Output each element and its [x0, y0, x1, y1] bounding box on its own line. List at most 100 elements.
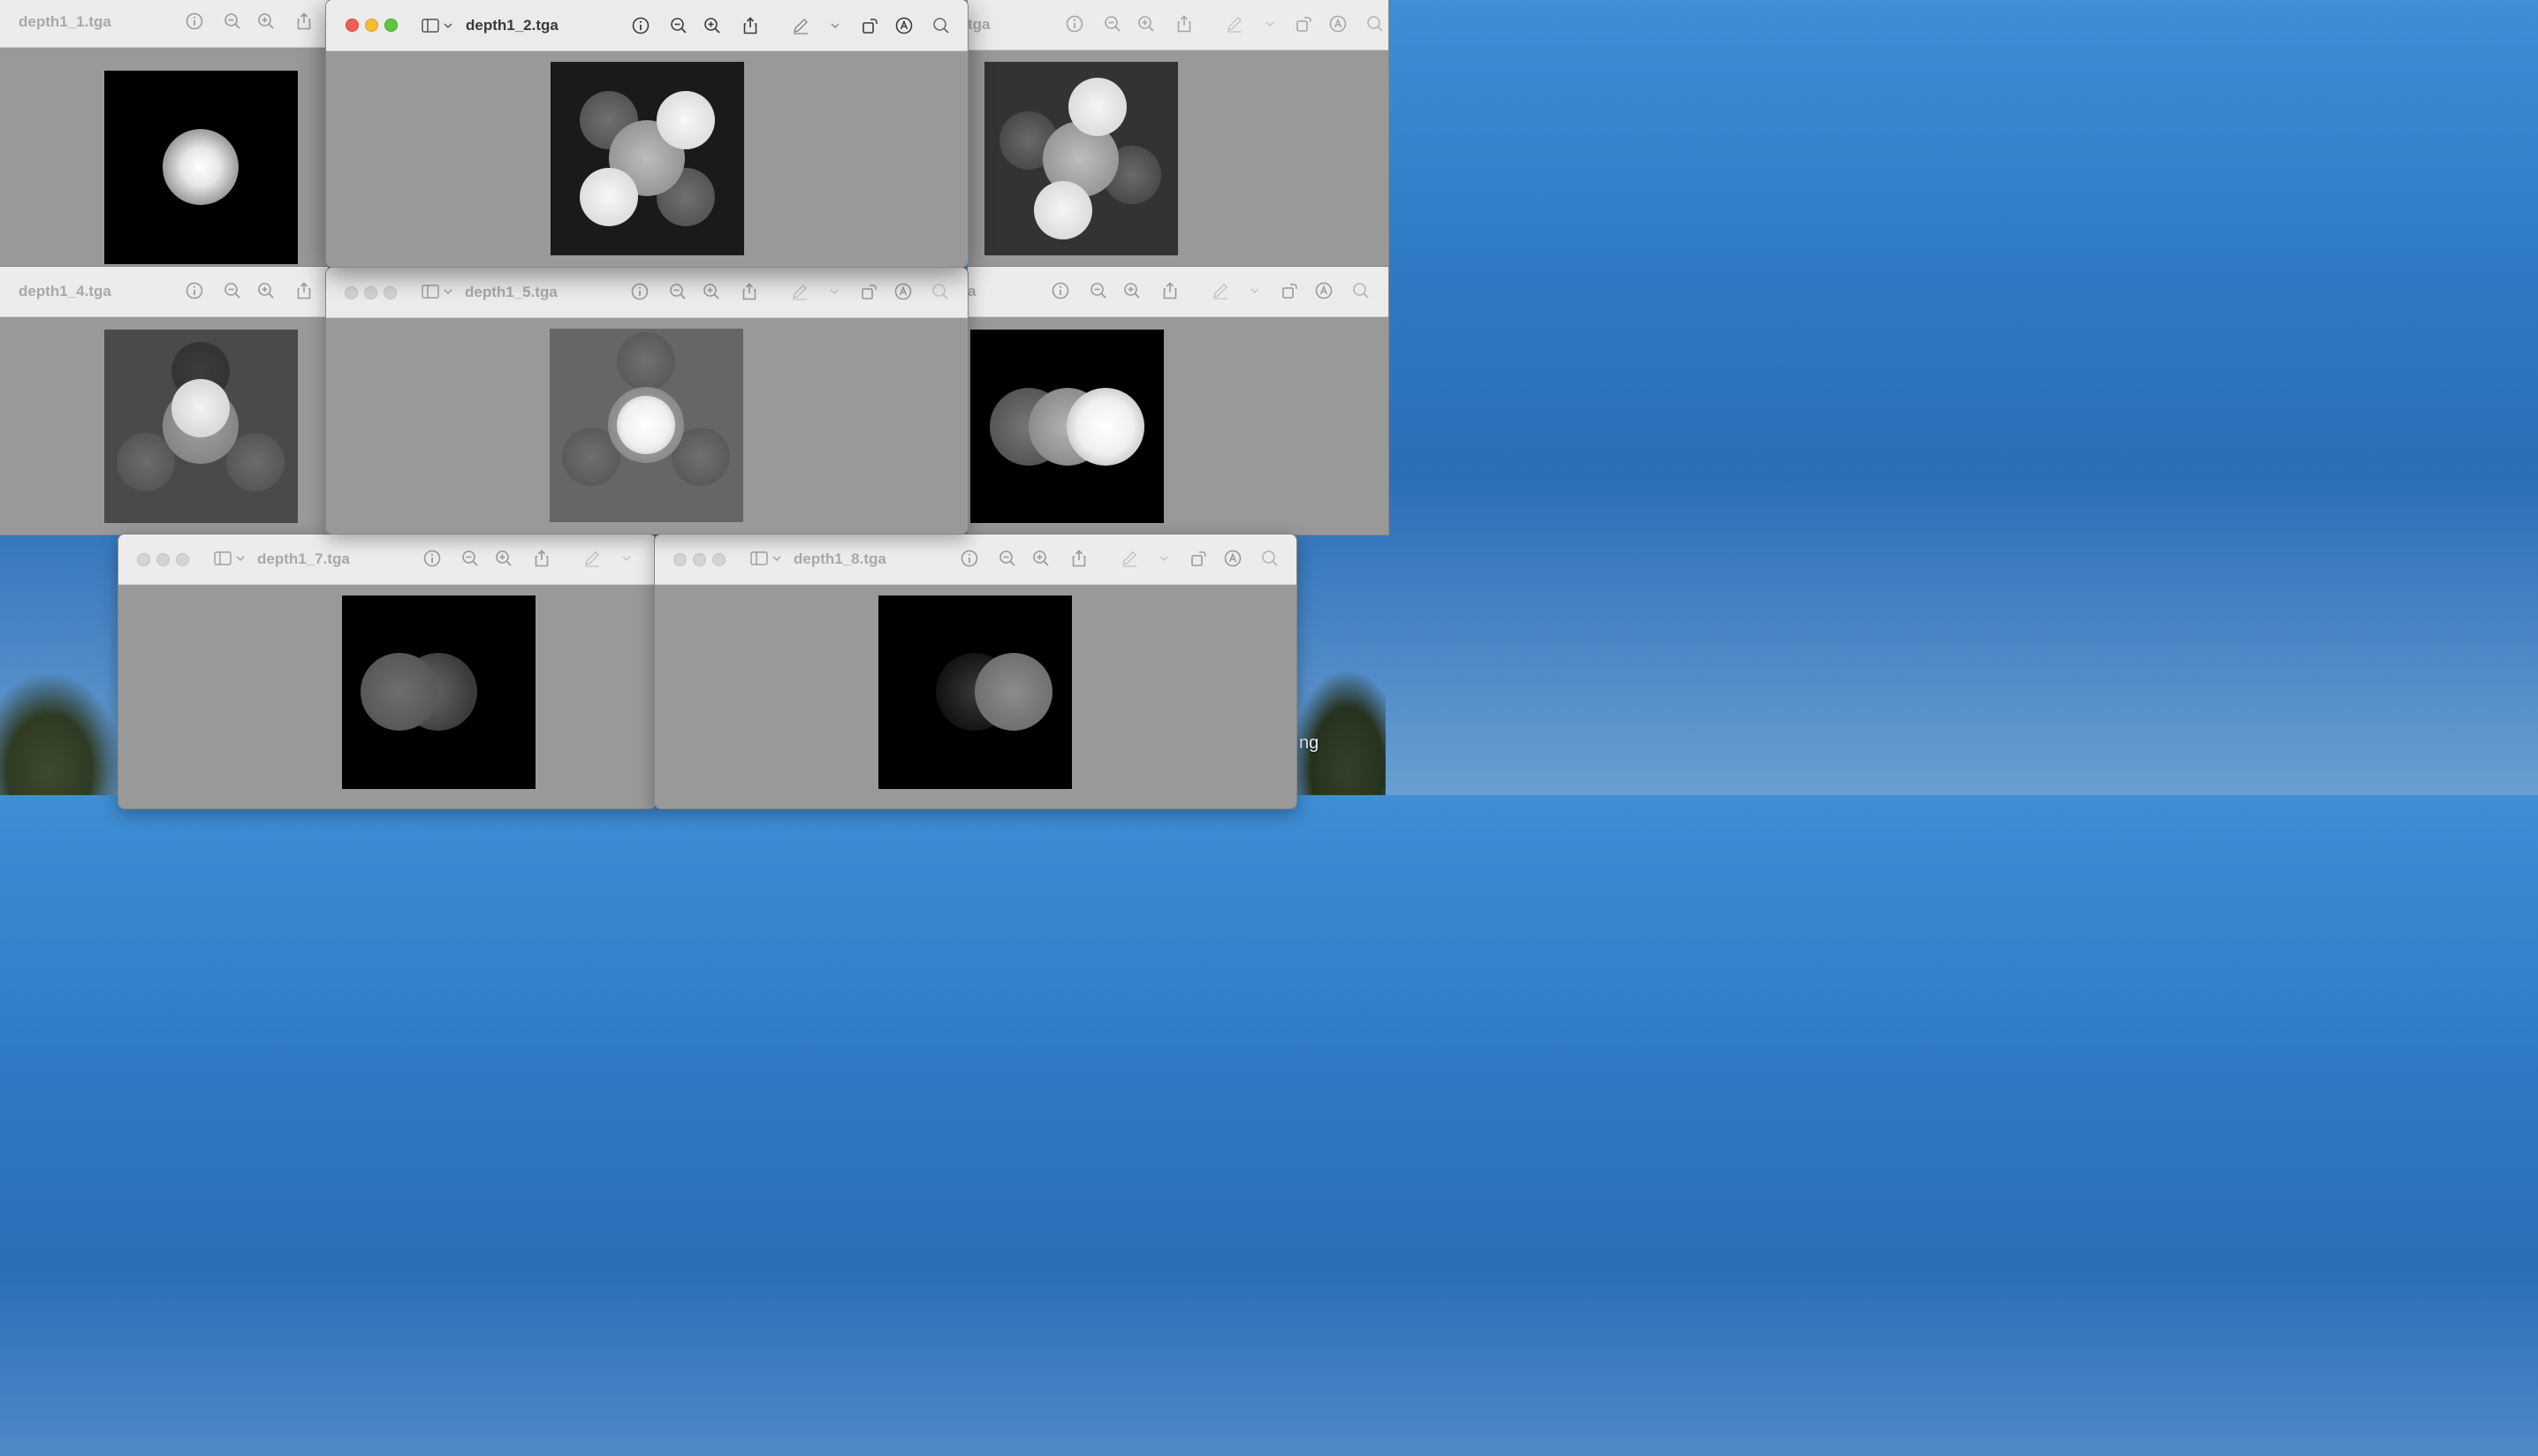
zoom-in-icon[interactable]: [1136, 14, 1156, 34]
zoom-out-icon[interactable]: [460, 549, 480, 568]
window-depth1-8[interactable]: depth1_8.tga: [654, 534, 1297, 809]
window-depth1-2[interactable]: depth1_2.tga: [325, 0, 969, 268]
share-icon[interactable]: [1069, 549, 1089, 568]
markup-icon[interactable]: [790, 282, 809, 301]
chevron-down-icon[interactable]: [767, 549, 786, 568]
window-depth1-6[interactable]: a: [967, 266, 1389, 535]
rotate-icon[interactable]: [1189, 549, 1208, 568]
markup-icon[interactable]: [1225, 14, 1244, 34]
zoom-in-icon[interactable]: [1031, 549, 1051, 568]
search-icon[interactable]: [1351, 281, 1371, 300]
chevron-down-icon[interactable]: [1260, 14, 1280, 34]
annotate-icon[interactable]: [893, 282, 913, 301]
window-title: a: [968, 283, 976, 300]
markup-icon[interactable]: [791, 16, 810, 35]
chevron-down-icon[interactable]: [231, 549, 250, 568]
titlebar[interactable]: a: [968, 267, 1388, 317]
markup-icon[interactable]: [1120, 549, 1139, 568]
annotate-icon[interactable]: [1328, 14, 1348, 34]
titlebar[interactable]: depth1_4.tga: [0, 267, 328, 317]
share-icon[interactable]: [294, 281, 314, 300]
sidebar-icon[interactable]: [213, 549, 232, 568]
search-icon[interactable]: [931, 282, 950, 301]
chevron-down-icon[interactable]: [438, 282, 458, 301]
zoom-out-icon[interactable]: [1089, 281, 1108, 300]
window-depth1-7[interactable]: depth1_7.tga: [118, 534, 657, 809]
minimize-button[interactable]: [365, 19, 378, 32]
annotate-icon[interactable]: [894, 16, 914, 35]
zoom-button[interactable]: [712, 553, 726, 566]
share-icon[interactable]: [532, 549, 551, 568]
share-icon[interactable]: [1160, 281, 1180, 300]
minimize-button[interactable]: [364, 286, 377, 300]
window-depth1-5[interactable]: depth1_5.tga: [325, 267, 969, 535]
window-depth1-3[interactable]: tga: [967, 0, 1389, 269]
chevron-down-icon[interactable]: [438, 16, 458, 35]
search-icon[interactable]: [1365, 14, 1385, 34]
info-icon[interactable]: [631, 16, 650, 35]
markup-icon[interactable]: [1211, 281, 1230, 300]
info-icon[interactable]: [185, 281, 204, 300]
titlebar[interactable]: tga: [968, 0, 1388, 50]
zoom-button[interactable]: [384, 19, 398, 32]
share-icon[interactable]: [741, 16, 760, 35]
chevron-down-icon[interactable]: [825, 16, 845, 35]
info-icon[interactable]: [1051, 281, 1070, 300]
search-icon[interactable]: [931, 16, 951, 35]
zoom-out-icon[interactable]: [669, 16, 688, 35]
zoom-in-icon[interactable]: [256, 11, 276, 31]
zoom-in-icon[interactable]: [256, 281, 276, 300]
chevron-down-icon[interactable]: [824, 282, 844, 301]
zoom-in-icon[interactable]: [702, 282, 721, 301]
minimize-button[interactable]: [156, 553, 170, 566]
zoom-out-icon[interactable]: [223, 11, 242, 31]
search-icon[interactable]: [1260, 549, 1280, 568]
info-icon[interactable]: [185, 11, 204, 31]
zoom-in-icon[interactable]: [1122, 281, 1142, 300]
image-canvas: [984, 62, 1178, 255]
desktop-trees-left: [0, 671, 124, 795]
annotate-icon[interactable]: [1223, 549, 1242, 568]
titlebar[interactable]: depth1_7.tga: [118, 535, 656, 585]
close-button[interactable]: [137, 553, 150, 566]
sidebar-icon[interactable]: [749, 549, 769, 568]
share-icon[interactable]: [294, 11, 314, 31]
info-icon[interactable]: [630, 282, 650, 301]
info-icon[interactable]: [960, 549, 979, 568]
info-icon[interactable]: [422, 549, 442, 568]
window-depth1-1[interactable]: depth1_1.tga: [0, 0, 329, 269]
rotate-icon[interactable]: [1280, 281, 1299, 300]
titlebar[interactable]: depth1_5.tga: [326, 268, 968, 318]
info-icon[interactable]: [1065, 14, 1084, 34]
zoom-out-icon[interactable]: [998, 549, 1017, 568]
sidebar-icon[interactable]: [421, 16, 440, 35]
zoom-button[interactable]: [176, 553, 189, 566]
chevron-down-icon[interactable]: [617, 549, 636, 568]
window-title: depth1_2.tga: [466, 17, 559, 34]
window-depth1-4[interactable]: depth1_4.tga: [0, 266, 329, 535]
rotate-icon[interactable]: [859, 282, 878, 301]
markup-icon[interactable]: [582, 549, 602, 568]
rotate-icon[interactable]: [860, 16, 879, 35]
zoom-out-icon[interactable]: [1103, 14, 1122, 34]
sidebar-icon[interactable]: [421, 282, 440, 301]
close-button[interactable]: [673, 553, 687, 566]
titlebar[interactable]: depth1_2.tga: [326, 0, 968, 51]
chevron-down-icon[interactable]: [1245, 281, 1265, 300]
zoom-out-icon[interactable]: [668, 282, 688, 301]
share-icon[interactable]: [1174, 14, 1194, 34]
zoom-out-icon[interactable]: [223, 281, 242, 300]
rotate-icon[interactable]: [1294, 14, 1313, 34]
chevron-down-icon[interactable]: [1154, 549, 1174, 568]
zoom-in-icon[interactable]: [703, 16, 722, 35]
desktop-label: ng: [1299, 733, 1319, 753]
minimize-button[interactable]: [693, 553, 706, 566]
close-button[interactable]: [345, 286, 358, 300]
titlebar[interactable]: depth1_8.tga: [655, 535, 1296, 585]
zoom-button[interactable]: [384, 286, 397, 300]
annotate-icon[interactable]: [1314, 281, 1334, 300]
titlebar[interactable]: depth1_1.tga: [0, 0, 328, 48]
share-icon[interactable]: [740, 282, 759, 301]
zoom-in-icon[interactable]: [494, 549, 513, 568]
close-button[interactable]: [346, 19, 359, 32]
